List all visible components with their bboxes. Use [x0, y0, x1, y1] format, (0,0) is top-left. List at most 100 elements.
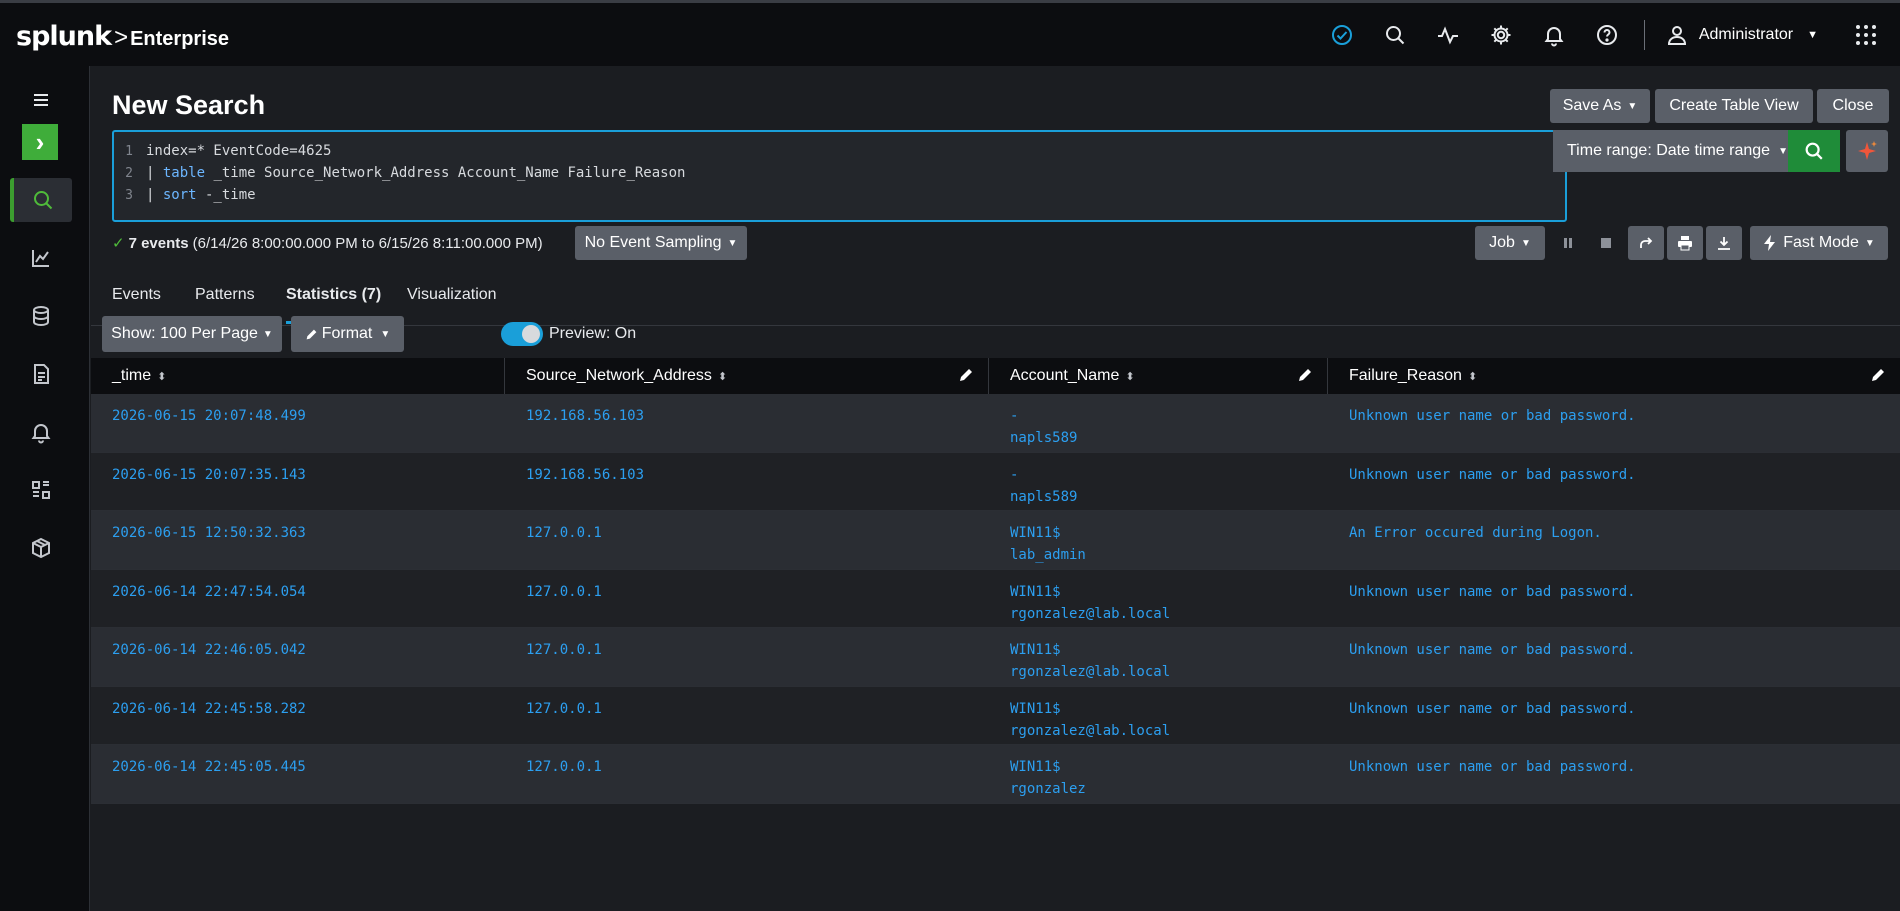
sort-icon[interactable]: ⬍ [157, 370, 166, 383]
cell-source[interactable]: 127.0.0.1 [505, 687, 989, 745]
sort-icon[interactable]: ⬍ [718, 370, 727, 383]
save-as-button[interactable]: Save As ▼ [1550, 89, 1650, 123]
toggle-knob [522, 325, 540, 343]
job-label: Job [1489, 234, 1515, 251]
time-range-picker[interactable]: Time range: Date time range ▼ [1553, 130, 1793, 172]
cell-source[interactable]: 192.168.56.103 [505, 394, 989, 452]
search-app-logo-icon[interactable]: › [22, 124, 58, 160]
menu-icon[interactable] [10, 78, 72, 122]
stop-icon [1601, 238, 1611, 248]
cell-source[interactable]: 127.0.0.1 [505, 745, 989, 803]
top-icons: Administrator ▼ [1316, 3, 1900, 66]
cell-source[interactable]: 192.168.56.103 [505, 453, 989, 511]
cell-time[interactable]: 2026-06-14 22:45:05.445 [91, 745, 505, 803]
brand[interactable]: splunk > Enterprise [16, 21, 229, 52]
stop-button[interactable] [1588, 226, 1624, 260]
table-row: 2026-06-14 22:45:58.282 127.0.0.1 WIN11$… [91, 686, 1900, 745]
user-menu[interactable]: Administrator ▼ [1655, 23, 1828, 47]
print-button[interactable] [1667, 226, 1703, 260]
column-header-account-name[interactable]: Account_Name ⬍ [989, 358, 1328, 394]
column-header-source-network-address[interactable]: Source_Network_Address ⬍ [505, 358, 989, 394]
account-value[interactable]: - [1010, 464, 1328, 486]
cell-reason[interactable]: Unknown user name or bad password. [1328, 570, 1900, 628]
account-value[interactable]: WIN11$ [1010, 639, 1328, 661]
activity-icon[interactable] [1422, 15, 1475, 55]
nav-apps[interactable] [10, 526, 72, 570]
close-button[interactable]: Close [1817, 89, 1889, 123]
column-header-time[interactable]: _time ⬍ [91, 358, 505, 394]
event-sampling-dropdown[interactable]: No Event Sampling ▼ [575, 226, 747, 260]
export-button[interactable] [1706, 226, 1742, 260]
cell-time[interactable]: 2026-06-15 12:50:32.363 [91, 511, 505, 569]
share-icon [1640, 237, 1653, 248]
sort-icon[interactable]: ⬍ [1468, 370, 1477, 383]
apps-grid-icon[interactable] [1846, 15, 1886, 55]
tab-visualization[interactable]: Visualization [407, 286, 497, 324]
help-icon[interactable] [1581, 15, 1634, 55]
ai-assistant-button[interactable] [1846, 130, 1888, 172]
table-row: 2026-06-14 22:47:54.054 127.0.0.1 WIN11$… [91, 569, 1900, 628]
cell-source[interactable]: 127.0.0.1 [505, 628, 989, 686]
account-value[interactable]: napls589 [1010, 486, 1328, 508]
gear-icon[interactable] [1475, 15, 1528, 55]
bell-icon[interactable] [1528, 15, 1581, 55]
run-search-button[interactable] [1788, 130, 1840, 172]
database-icon [33, 306, 49, 327]
nav-datasets[interactable] [10, 294, 72, 338]
cell-source[interactable]: 127.0.0.1 [505, 511, 989, 569]
search-icon[interactable] [1369, 15, 1422, 55]
preview-toggle[interactable] [501, 322, 543, 346]
account-value[interactable]: WIN11$ [1010, 756, 1328, 778]
nav-reports[interactable] [10, 352, 72, 396]
job-dropdown[interactable]: Job ▼ [1475, 226, 1545, 260]
account-value[interactable]: WIN11$ [1010, 698, 1328, 720]
cell-time[interactable]: 2026-06-15 20:07:35.143 [91, 453, 505, 511]
cell-time[interactable]: 2026-06-14 22:46:05.042 [91, 628, 505, 686]
account-value[interactable]: rgonzalez@lab.local [1010, 603, 1328, 625]
account-value[interactable]: rgonzalez@lab.local [1010, 661, 1328, 683]
cell-reason[interactable]: Unknown user name or bad password. [1328, 394, 1900, 452]
column-header-failure-reason[interactable]: Failure_Reason ⬍ [1328, 358, 1900, 394]
cell-reason[interactable]: Unknown user name or bad password. [1328, 745, 1900, 803]
check-icon: ✓ [112, 235, 125, 252]
cell-source[interactable]: 127.0.0.1 [505, 570, 989, 628]
account-value[interactable]: rgonzalez@lab.local [1010, 720, 1328, 742]
status-check-icon[interactable] [1316, 15, 1369, 55]
pencil-icon[interactable] [1870, 367, 1886, 383]
create-table-view-button[interactable]: Create Table View [1655, 89, 1813, 123]
cell-reason[interactable]: Unknown user name or bad password. [1328, 687, 1900, 745]
column-label: Source_Network_Address [526, 367, 712, 384]
cell-reason[interactable]: Unknown user name or bad password. [1328, 453, 1900, 511]
pencil-icon[interactable] [958, 367, 974, 383]
search-icon [1805, 142, 1823, 160]
nav-dashboards[interactable] [10, 468, 72, 512]
account-value[interactable]: rgonzalez [1010, 778, 1328, 800]
account-value[interactable]: lab_admin [1010, 544, 1328, 566]
nav-search[interactable] [10, 178, 72, 222]
per-page-dropdown[interactable]: Show: 100 Per Page ▼ [102, 316, 282, 352]
pause-button[interactable] [1550, 226, 1586, 260]
cell-reason[interactable]: Unknown user name or bad password. [1328, 628, 1900, 686]
cell-time[interactable]: 2026-06-15 20:07:48.499 [91, 394, 505, 452]
account-value[interactable]: WIN11$ [1010, 522, 1328, 544]
nav-analytics[interactable] [10, 236, 72, 280]
nav-alerts[interactable] [10, 410, 72, 454]
cell-time[interactable]: 2026-06-14 22:47:54.054 [91, 570, 505, 628]
account-value[interactable]: - [1010, 405, 1328, 427]
table-row: 2026-06-14 22:46:05.042 127.0.0.1 WIN11$… [91, 628, 1900, 687]
search-mode-dropdown[interactable]: Fast Mode ▼ [1750, 226, 1888, 260]
pencil-icon[interactable] [1297, 367, 1313, 383]
query-line-3: 3 | sort -_time [114, 184, 1565, 206]
sort-icon[interactable]: ⬍ [1125, 370, 1134, 383]
main-content: New Search Save As ▼ Create Table View Cl… [91, 66, 1900, 911]
lightning-icon [1764, 235, 1776, 251]
format-dropdown[interactable]: Format ▼ [291, 316, 404, 352]
datasets-icon [32, 537, 50, 559]
cell-time[interactable]: 2026-06-14 22:45:58.282 [91, 687, 505, 745]
share-button[interactable] [1628, 226, 1664, 260]
cell-reason[interactable]: An Error occured during Logon. [1328, 511, 1900, 569]
report-icon [34, 364, 49, 384]
search-query-editor[interactable]: 1 index=* EventCode=4625 2 | table _time… [112, 130, 1567, 222]
account-value[interactable]: WIN11$ [1010, 581, 1328, 603]
account-value[interactable]: napls589 [1010, 427, 1328, 449]
